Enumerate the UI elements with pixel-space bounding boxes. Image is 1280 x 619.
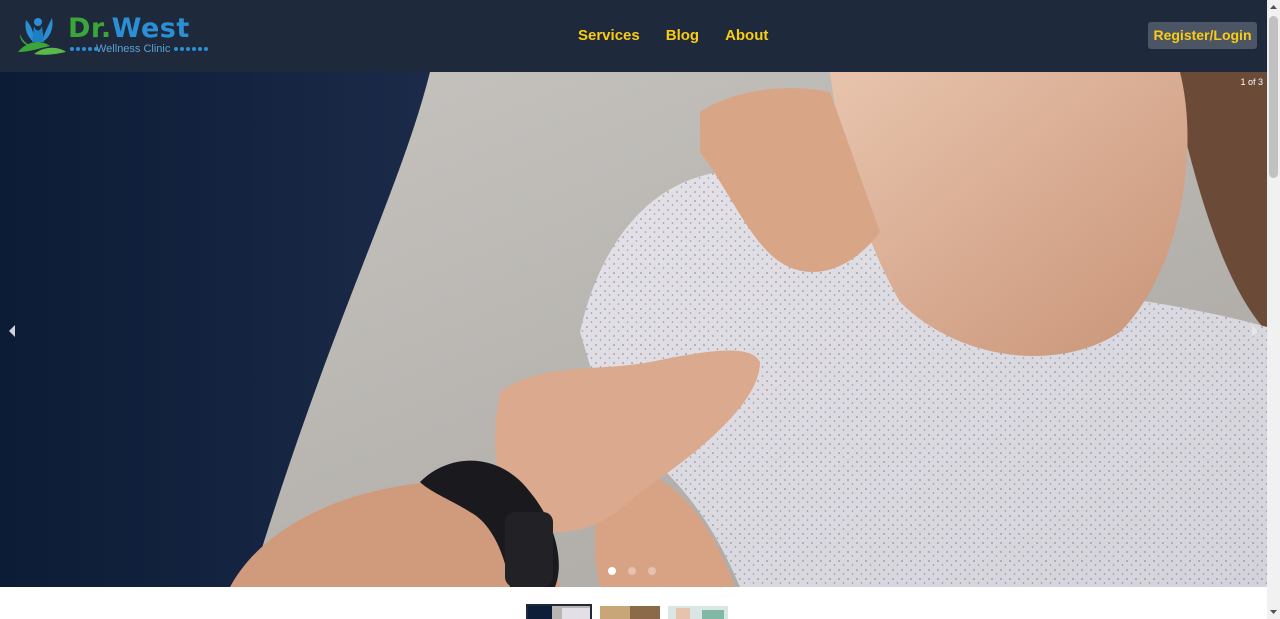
chevron-left-icon[interactable] — [6, 323, 18, 339]
brand-subtitle: Wellness Clinic — [96, 43, 171, 55]
carousel-dots — [608, 567, 656, 575]
scroll-down-icon[interactable] — [1267, 605, 1280, 619]
nav-services-link[interactable]: Services — [578, 26, 640, 46]
thumbnail-2[interactable] — [600, 604, 660, 619]
thumbnail-3[interactable] — [668, 604, 728, 619]
chevron-right-icon[interactable] — [1249, 323, 1261, 339]
hero-carousel: 1 of 3 — [0, 72, 1267, 587]
brand-logo[interactable]: Dr.West Wellness Clinic — [14, 12, 208, 58]
carousel-thumbnails — [526, 604, 728, 619]
site-header: Dr.West Wellness Clinic Services Blog Ab… — [0, 0, 1267, 72]
brand-name-west: West — [111, 13, 190, 44]
slide-counter: 1 of 3 — [1240, 77, 1263, 87]
leaf-figure-logo-icon — [18, 18, 66, 55]
carousel-dot-1[interactable] — [608, 567, 616, 575]
carousel-slide-image — [0, 72, 1267, 587]
nav-blog-link[interactable]: Blog — [666, 26, 699, 46]
thumbnail-1[interactable] — [526, 604, 592, 619]
logo-dots-right — [174, 47, 208, 51]
logo-dots-left — [70, 47, 98, 51]
main-nav: Services Blog About — [578, 26, 768, 46]
page-scrollbar[interactable] — [1267, 0, 1280, 619]
carousel-dot-3[interactable] — [648, 567, 656, 575]
scrollbar-thumb[interactable] — [1269, 16, 1278, 178]
brand-name-dr: Dr — [68, 13, 101, 44]
register-login-button[interactable]: Register/Login — [1148, 22, 1257, 49]
scroll-up-icon[interactable] — [1267, 0, 1280, 14]
page: Dr.West Wellness Clinic Services Blog Ab… — [0, 0, 1280, 619]
carousel-dot-2[interactable] — [628, 567, 636, 575]
brand-name-dot: . — [100, 13, 112, 44]
nav-about-link[interactable]: About — [725, 26, 768, 46]
brand-name: Dr.West — [68, 14, 190, 44]
